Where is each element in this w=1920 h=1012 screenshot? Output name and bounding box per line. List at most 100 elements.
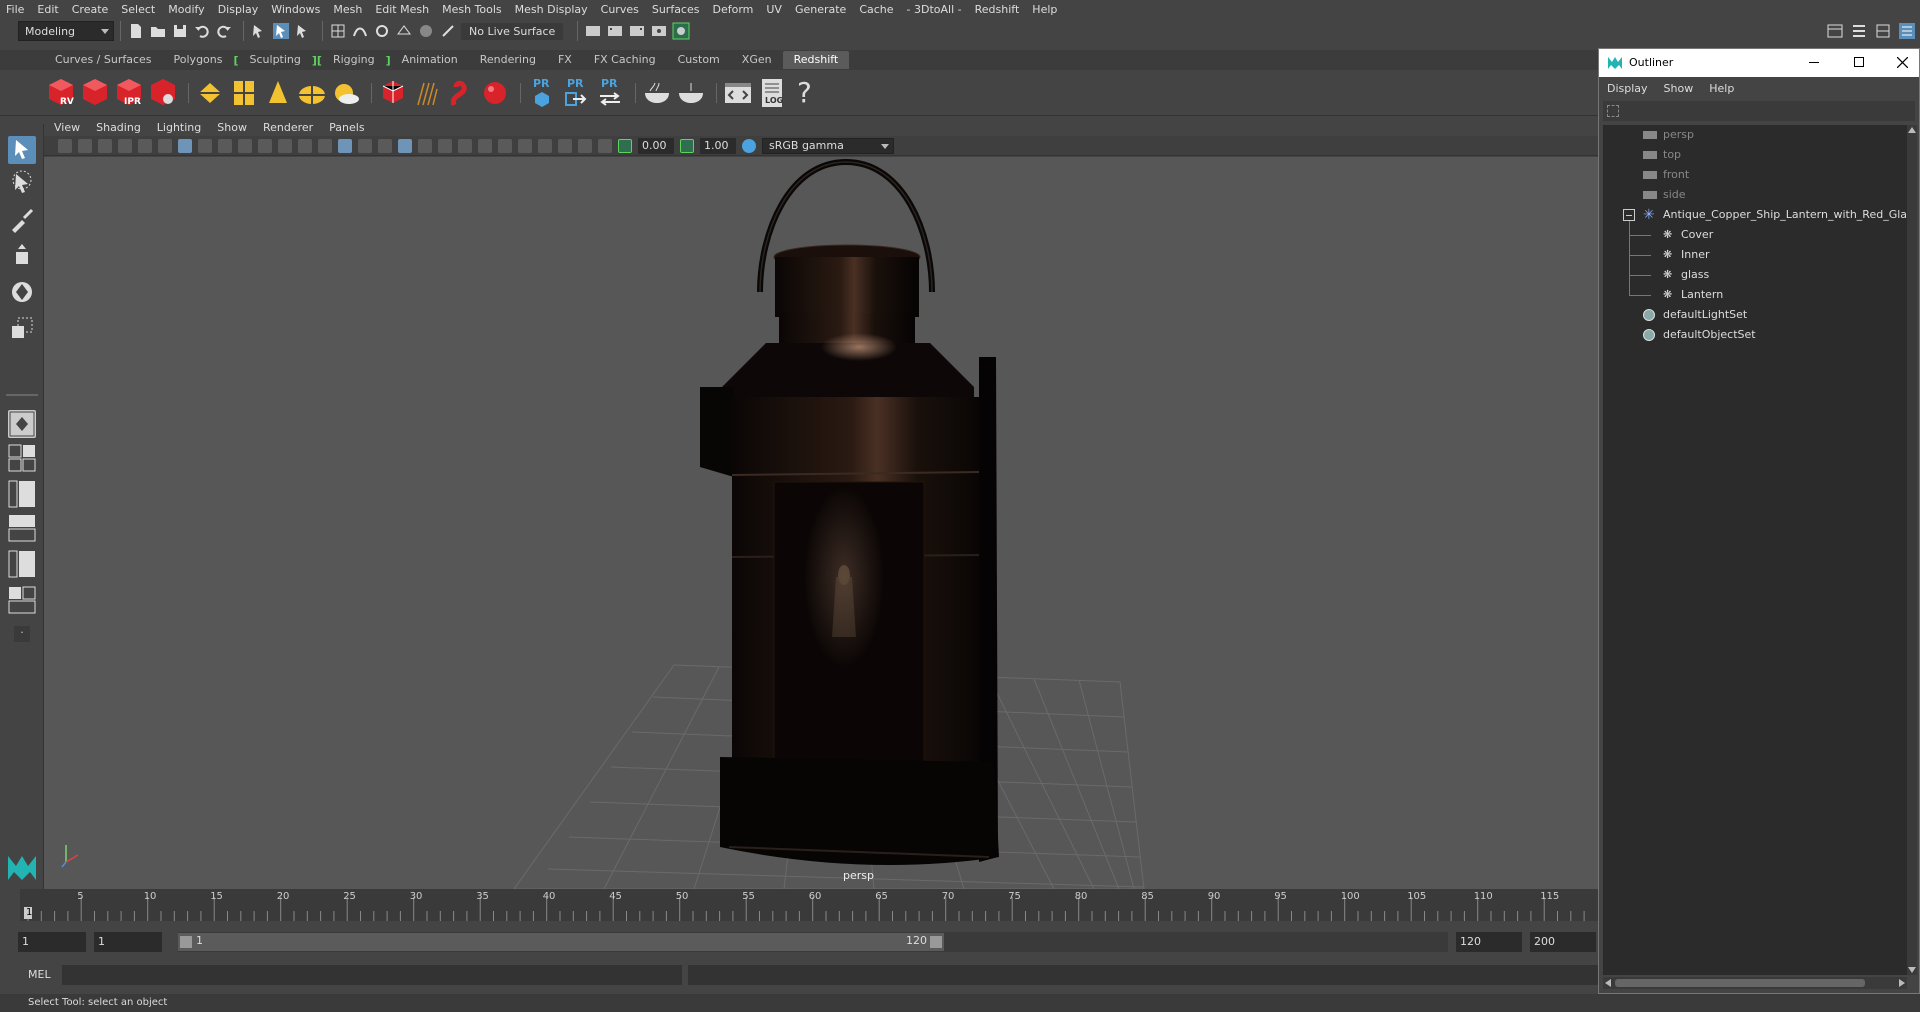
panel-menu-panels[interactable]: Panels	[329, 121, 364, 134]
pr-object-button[interactable]: PR	[527, 77, 557, 109]
panel-menu-lighting[interactable]: Lighting	[157, 121, 201, 134]
redshift-area-light-button[interactable]	[195, 77, 225, 109]
single-perspective-layout-icon[interactable]	[8, 410, 36, 438]
pr-sync-button[interactable]: PR	[595, 77, 625, 109]
lantern-model[interactable]	[700, 158, 999, 865]
render-sequence-icon[interactable]	[606, 22, 624, 40]
tab-polygons[interactable]: Polygons	[163, 51, 234, 69]
outliner-item-top[interactable]: top	[1643, 145, 1681, 165]
toggle-tool-settings-icon[interactable]	[1874, 22, 1892, 40]
panel-menu-shading[interactable]: Shading	[96, 121, 141, 134]
command-language-label[interactable]: MEL	[28, 968, 51, 981]
gamma-field[interactable]: 1.00	[700, 137, 736, 154]
snap-view-plane-icon[interactable]	[395, 22, 413, 40]
select-tool-icon[interactable]	[8, 136, 36, 164]
image-plane-icon[interactable]	[118, 138, 132, 153]
menu-redshift[interactable]: Redshift	[975, 3, 1020, 16]
new-scene-icon[interactable]	[127, 22, 145, 40]
redshift-render-view-button[interactable]: RV	[46, 77, 76, 109]
shadows-icon[interactable]	[438, 138, 452, 153]
menu-surfaces[interactable]: Surfaces	[652, 3, 700, 16]
redshift-portal-light-button[interactable]	[229, 77, 259, 109]
outliner-menu-help[interactable]: Help	[1709, 82, 1734, 95]
render-bowl-alt-button[interactable]	[676, 77, 706, 109]
menu-deform[interactable]: Deform	[712, 3, 753, 16]
hypershade-icon[interactable]	[672, 22, 690, 40]
minimize-icon[interactable]	[1809, 62, 1819, 63]
depth-of-field-icon[interactable]	[518, 138, 532, 153]
snap-surface-icon[interactable]	[417, 22, 435, 40]
persp-hypershade-layout-icon[interactable]	[8, 550, 36, 578]
film-gate-icon[interactable]	[198, 138, 212, 153]
select-camera-icon[interactable]	[58, 138, 72, 153]
persp-graph-layout-icon[interactable]	[8, 514, 36, 542]
move-tool-icon[interactable]	[8, 242, 36, 270]
pr-export-button[interactable]: PR	[561, 77, 591, 109]
live-surface-label[interactable]: No Live Surface	[461, 22, 564, 40]
outliner-item-lantern[interactable]: ❋ Lantern	[1663, 285, 1723, 305]
panel-menu-view[interactable]: View	[54, 121, 80, 134]
redshift-ipr-button[interactable]: IPR	[114, 77, 144, 109]
log-button[interactable]: LOG	[757, 77, 787, 109]
xray-joints-icon[interactable]	[598, 138, 612, 153]
close-icon[interactable]	[1897, 57, 1908, 68]
field-chart-icon[interactable]	[258, 138, 272, 153]
tab-rigging[interactable]: Rigging	[322, 51, 386, 69]
collapse-toggle-icon[interactable]	[1623, 209, 1635, 221]
script-editor-button[interactable]	[723, 77, 753, 109]
menu-edit[interactable]: Edit	[37, 3, 58, 16]
four-view-layout-icon[interactable]	[8, 444, 36, 472]
menu-3dtoall[interactable]: - 3DtoAll -	[907, 3, 962, 16]
render-frame-icon[interactable]	[584, 22, 602, 40]
persp-outliner-layout-icon[interactable]	[8, 480, 36, 508]
menu-select[interactable]: Select	[121, 3, 155, 16]
outliner-menu-display[interactable]: Display	[1607, 82, 1648, 95]
menu-modify[interactable]: Modify	[168, 3, 204, 16]
redshift-proxy-button[interactable]	[378, 77, 408, 109]
tab-sculpting[interactable]: Sculpting	[239, 51, 312, 69]
safe-action-icon[interactable]	[278, 138, 292, 153]
redshift-spot-light-button[interactable]	[263, 77, 293, 109]
redshift-hair-button[interactable]	[412, 77, 442, 109]
playback-end-field[interactable]: 120	[1456, 932, 1522, 952]
tab-redshift[interactable]: Redshift	[782, 51, 850, 69]
snap-point-icon[interactable]	[373, 22, 391, 40]
outliner-vertical-scrollbar[interactable]	[1907, 125, 1917, 975]
scroll-thumb[interactable]	[1615, 979, 1865, 987]
scroll-right-icon[interactable]	[1899, 979, 1905, 987]
color-space-dropdown[interactable]: sRGB gamma	[762, 137, 894, 154]
wireframe-icon[interactable]	[318, 138, 332, 153]
outliner-horizontal-scrollbar[interactable]	[1603, 977, 1907, 989]
workspace-icon[interactable]	[1826, 22, 1844, 40]
redshift-sun-sky-button[interactable]	[331, 77, 361, 109]
time-slider[interactable]: 5 10 15 20 25 30 35 40 45 50 55 60 65 70 75 80 85 90 95 100…	[20, 889, 1600, 921]
outliner-item-default-object-set[interactable]: defaultObjectSet	[1643, 325, 1756, 345]
textured-icon[interactable]	[398, 138, 412, 153]
tab-animation[interactable]: Animation	[391, 51, 469, 69]
perspective-viewport[interactable]: persp	[44, 157, 1600, 889]
color-management-icon[interactable]	[742, 138, 756, 153]
outliner-item-persp[interactable]: persp	[1643, 125, 1694, 145]
save-scene-icon[interactable]	[171, 22, 189, 40]
range-slider-track[interactable]: 1 120	[178, 932, 1448, 952]
toggle-channel-box-icon[interactable]	[1898, 22, 1916, 40]
tab-curves-surfaces[interactable]: Curves / Surfaces	[44, 51, 163, 69]
panel-menu-renderer[interactable]: Renderer	[263, 121, 313, 134]
animation-start-field[interactable]: 1	[18, 932, 86, 952]
menu-mesh-display[interactable]: Mesh Display	[515, 3, 588, 16]
panel-menu-show[interactable]: Show	[217, 121, 247, 134]
playback-start-field[interactable]: 1	[94, 932, 162, 952]
bookmark-icon[interactable]	[98, 138, 112, 153]
outliner-item-inner[interactable]: ❋ Inner	[1663, 245, 1709, 265]
safe-title-icon[interactable]	[298, 138, 312, 153]
menu-display[interactable]: Display	[218, 3, 259, 16]
range-slider-end-knob[interactable]	[930, 936, 942, 948]
menu-mesh-tools[interactable]: Mesh Tools	[442, 3, 502, 16]
redshift-sphere-button[interactable]	[480, 77, 510, 109]
menu-generate[interactable]: Generate	[795, 3, 846, 16]
camera-attributes-icon[interactable]	[78, 138, 92, 153]
render-bowl-button[interactable]	[642, 77, 672, 109]
smooth-shade-icon[interactable]	[338, 138, 352, 153]
outliner-title-bar[interactable]: Outliner	[1599, 49, 1919, 77]
tab-fx[interactable]: FX	[547, 51, 583, 69]
